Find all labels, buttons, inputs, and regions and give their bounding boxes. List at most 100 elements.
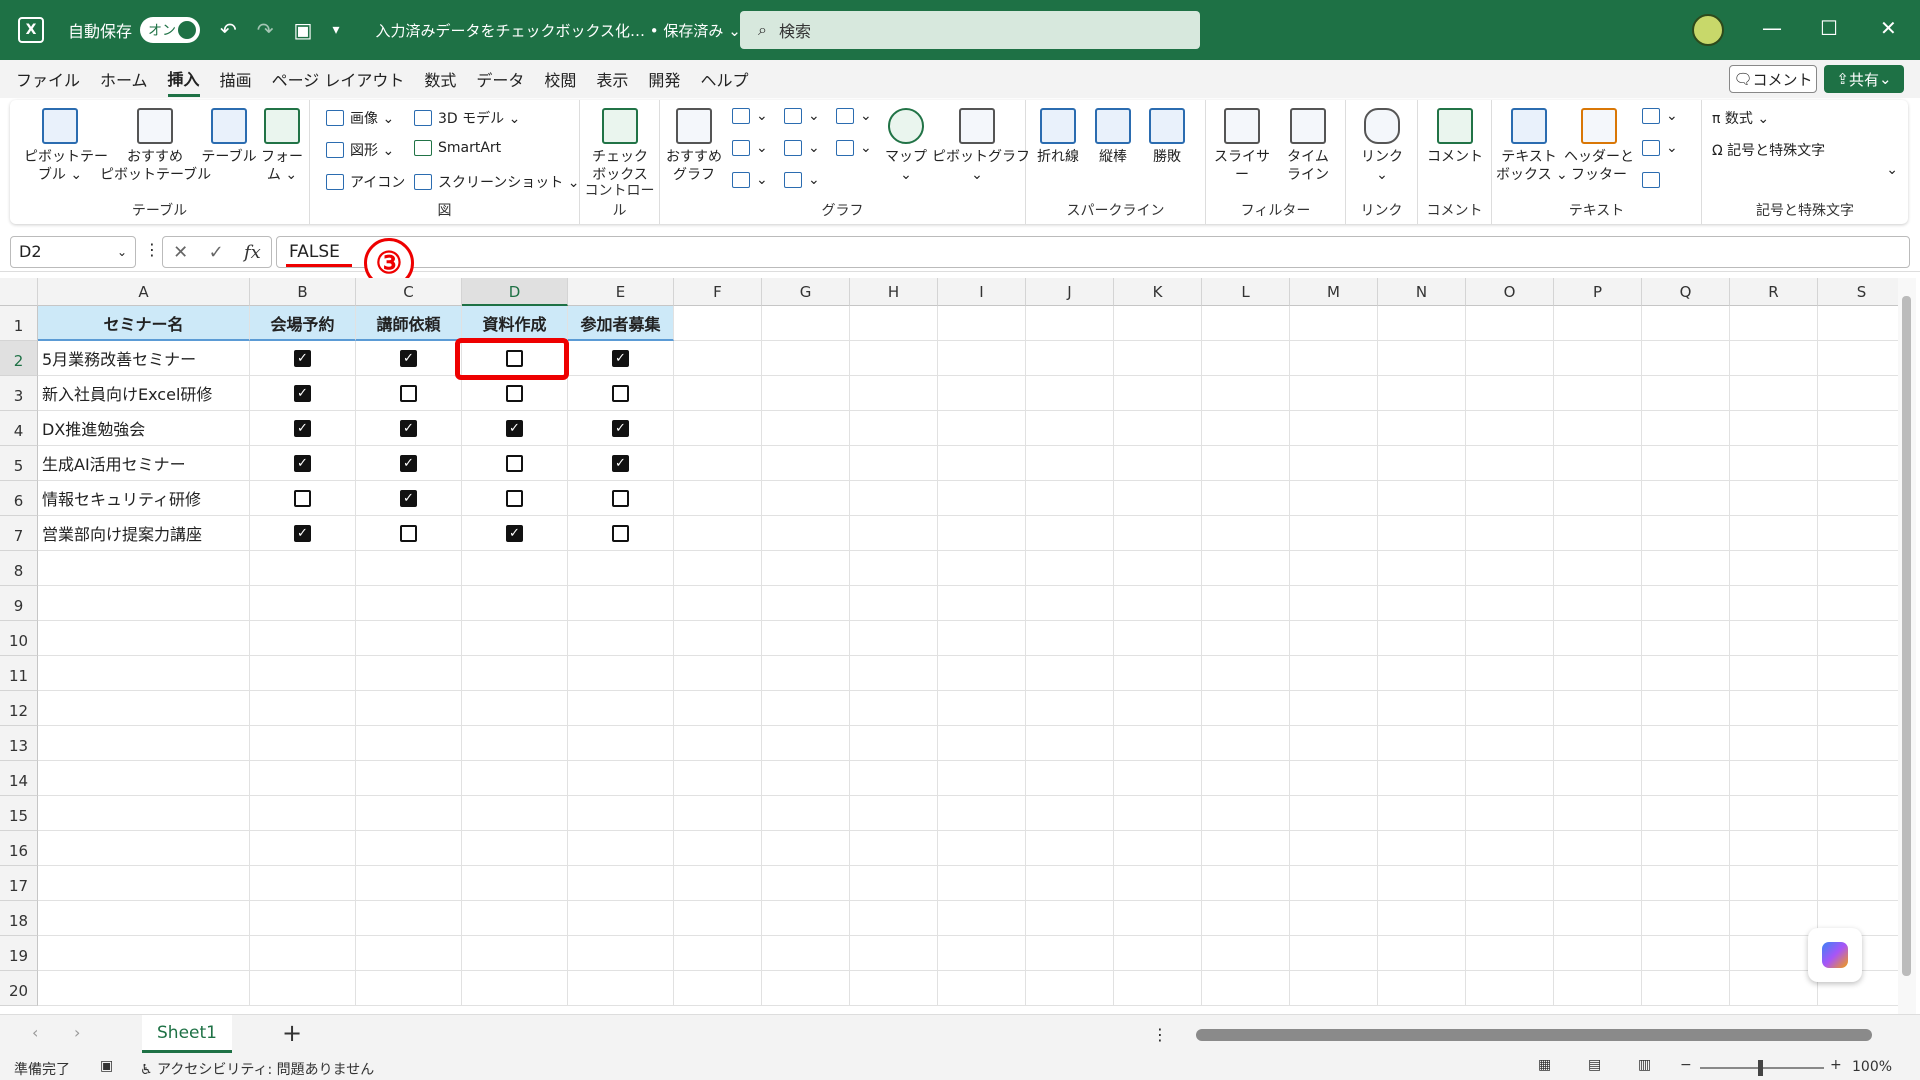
cell-K3[interactable] [1114, 376, 1202, 411]
cell-E16[interactable] [568, 831, 674, 866]
cell-J9[interactable] [1026, 586, 1114, 621]
cell-M14[interactable] [1290, 761, 1378, 796]
cell-C6[interactable]: ✓ [356, 481, 462, 516]
cell-F7[interactable] [674, 516, 762, 551]
cell-N7[interactable] [1378, 516, 1466, 551]
cell-N9[interactable] [1378, 586, 1466, 621]
cell-L4[interactable] [1202, 411, 1290, 446]
cell-H6[interactable] [850, 481, 938, 516]
cell-E9[interactable] [568, 586, 674, 621]
cell-H20[interactable] [850, 971, 938, 1006]
cell-I3[interactable] [938, 376, 1026, 411]
cell-I19[interactable] [938, 936, 1026, 971]
cell-H11[interactable] [850, 656, 938, 691]
cell-B9[interactable] [250, 586, 356, 621]
cell-M18[interactable] [1290, 901, 1378, 936]
checkbox-unchecked[interactable] [506, 384, 523, 402]
cell-N8[interactable] [1378, 551, 1466, 586]
cell-E20[interactable] [568, 971, 674, 1006]
cell-R16[interactable] [1730, 831, 1818, 866]
cell-R1[interactable] [1730, 306, 1818, 341]
link-button[interactable]: リンク ⌄ [1352, 108, 1412, 184]
cell-J18[interactable] [1026, 901, 1114, 936]
cell-H19[interactable] [850, 936, 938, 971]
cell-P2[interactable] [1554, 341, 1642, 376]
cell-R5[interactable] [1730, 446, 1818, 481]
cell-G12[interactable] [762, 691, 850, 726]
cell-G20[interactable] [762, 971, 850, 1006]
cell-R4[interactable] [1730, 411, 1818, 446]
cell-B20[interactable] [250, 971, 356, 1006]
row-header-9[interactable]: 9 [0, 586, 38, 621]
cell-N14[interactable] [1378, 761, 1466, 796]
cell-F13[interactable] [674, 726, 762, 761]
vertical-scrollbar[interactable] [1898, 278, 1916, 1014]
cell-E13[interactable] [568, 726, 674, 761]
tab-4[interactable]: ページ レイアウト [272, 63, 405, 95]
cell-N10[interactable] [1378, 621, 1466, 656]
cell-M15[interactable] [1290, 796, 1378, 831]
cell-A12[interactable] [38, 691, 250, 726]
cell-K1[interactable] [1114, 306, 1202, 341]
cell-B4[interactable]: ✓ [250, 411, 356, 446]
header-footer-button[interactable]: ヘッダーと フッター [1562, 108, 1636, 184]
cell-M12[interactable] [1290, 691, 1378, 726]
checkbox-checked[interactable]: ✓ [400, 489, 417, 507]
cell-G11[interactable] [762, 656, 850, 691]
cell-M9[interactable] [1290, 586, 1378, 621]
cell-J12[interactable] [1026, 691, 1114, 726]
cell-C7[interactable] [356, 516, 462, 551]
cell-F11[interactable] [674, 656, 762, 691]
cell-J19[interactable] [1026, 936, 1114, 971]
cell-G10[interactable] [762, 621, 850, 656]
checkbox-checked[interactable]: ✓ [506, 524, 523, 542]
cell-D19[interactable] [462, 936, 568, 971]
cell-K8[interactable] [1114, 551, 1202, 586]
cell-K18[interactable] [1114, 901, 1202, 936]
cell-B8[interactable] [250, 551, 356, 586]
column-header-F[interactable]: F [674, 278, 762, 306]
cell-E6[interactable] [568, 481, 674, 516]
cell-O18[interactable] [1466, 901, 1554, 936]
cell-O14[interactable] [1466, 761, 1554, 796]
cell-S9[interactable] [1818, 586, 1906, 621]
cell-K10[interactable] [1114, 621, 1202, 656]
cell-G5[interactable] [762, 446, 850, 481]
cell-F4[interactable] [674, 411, 762, 446]
minimize-icon[interactable]: — [1762, 16, 1782, 40]
checkbox-unchecked[interactable] [506, 489, 523, 507]
cell-E18[interactable] [568, 901, 674, 936]
cell-C5[interactable]: ✓ [356, 446, 462, 481]
cell-B11[interactable] [250, 656, 356, 691]
row-header-20[interactable]: 20 [0, 971, 38, 1006]
cell-Q12[interactable] [1642, 691, 1730, 726]
cell-Q17[interactable] [1642, 866, 1730, 901]
cell-L16[interactable] [1202, 831, 1290, 866]
recommended-chart-button[interactable]: おすすめ グラフ [664, 108, 724, 184]
cell-B5[interactable]: ✓ [250, 446, 356, 481]
zoom-slider[interactable] [1700, 1060, 1824, 1076]
cell-P6[interactable] [1554, 481, 1642, 516]
cell-H3[interactable] [850, 376, 938, 411]
column-header-L[interactable]: L [1202, 278, 1290, 306]
cell-Q15[interactable] [1642, 796, 1730, 831]
document-title[interactable]: 入力済みデータをチェックボックス化… • 保存済み ⌄ [375, 20, 740, 41]
cell-L3[interactable] [1202, 376, 1290, 411]
normal-view-icon[interactable]: ▦ [1538, 1057, 1551, 1073]
cell-A10[interactable] [38, 621, 250, 656]
cell-G13[interactable] [762, 726, 850, 761]
cell-I16[interactable] [938, 831, 1026, 866]
enter-icon[interactable]: ✓ [209, 242, 224, 263]
cell-L10[interactable] [1202, 621, 1290, 656]
vertical-scroll-thumb[interactable] [1902, 296, 1911, 976]
cell-R9[interactable] [1730, 586, 1818, 621]
cell-E1[interactable]: 参加者募集 [568, 306, 674, 341]
quick-access-icon[interactable]: ▣ [294, 18, 313, 42]
cell-N13[interactable] [1378, 726, 1466, 761]
cell-E7[interactable] [568, 516, 674, 551]
cell-O9[interactable] [1466, 586, 1554, 621]
cell-Q11[interactable] [1642, 656, 1730, 691]
cell-P19[interactable] [1554, 936, 1642, 971]
column-header-A[interactable]: A [38, 278, 250, 306]
tab-1[interactable]: ホーム [100, 63, 148, 95]
